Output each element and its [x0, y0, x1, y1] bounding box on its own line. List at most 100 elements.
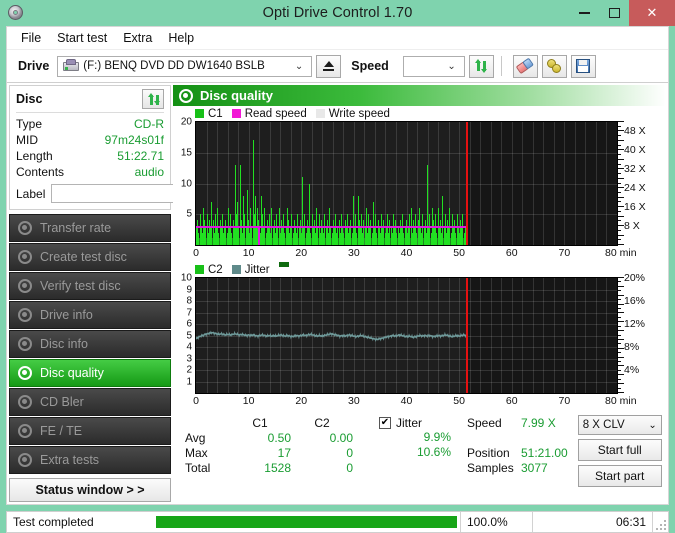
column-header-c2: C2 [314, 415, 330, 430]
sidebar-item-label: Create test disc [40, 250, 127, 264]
sidebar-item-fe-te[interactable]: FE / TE [9, 417, 171, 445]
progress-percent: 100.0% [460, 512, 532, 532]
x-tick-label: 70 [558, 395, 571, 407]
legend-marker-extra [278, 262, 289, 267]
menu-item-file[interactable]: File [13, 29, 49, 47]
legend-swatch-write-speed [315, 109, 325, 118]
read-speed-notch [258, 226, 261, 245]
jitter-line [196, 330, 467, 342]
disc-icon [17, 423, 33, 439]
sidebar-item-label: Extra tests [40, 453, 100, 467]
resize-grip[interactable] [652, 512, 668, 532]
disc-refresh-button[interactable] [142, 89, 164, 109]
sidebar-item-extra-tests[interactable]: Extra tests [9, 446, 171, 474]
jitter-checkbox[interactable]: ✔ [379, 416, 391, 429]
start-part-button[interactable]: Start part [577, 465, 662, 487]
speed-row: Speed 7.99 X [467, 415, 568, 430]
right-tick-label: 32 X [624, 163, 646, 176]
sidebar-item-transfer-rate[interactable]: Transfer rate [9, 214, 171, 242]
menu-bar: File Start test Extra Help [7, 27, 668, 50]
disc-contents-label: Contents [16, 165, 65, 179]
table-row: Max 17 0 [185, 445, 353, 460]
sidebar-item-disc-quality[interactable]: Disc quality [9, 359, 171, 387]
speed-value: 7.99 X [521, 415, 556, 430]
c1-plot[interactable] [195, 121, 618, 246]
x-tick-label: 40 [400, 395, 413, 407]
legend-swatch-c1 [195, 109, 204, 118]
drive-label: Drive [18, 59, 50, 73]
disc-icon [17, 365, 33, 381]
disc-info-panel: Disc Type CD-R MID 97m24s01f Length 51:2… [9, 85, 255, 210]
c2-jitter-chart: 1 2 3 4 5 6 7 8 9 10 4% 8% 12% 16% 20% 0 10 20 30 40 50 60 7… [173, 272, 666, 410]
c2-x-axis: 0 10 20 30 40 50 60 70 80 min [193, 394, 636, 410]
tools-button[interactable] [541, 54, 567, 78]
disc-length-label: Length [16, 149, 53, 163]
eject-button[interactable] [316, 54, 342, 78]
right-tick-label: 16% [624, 295, 646, 307]
disc-label-label: Label [16, 186, 46, 201]
row-label-avg: Avg [185, 430, 206, 445]
disc-type-label: Type [16, 117, 43, 131]
y-tick-label: 8 [186, 295, 192, 307]
x-tick-label: 50 [453, 247, 465, 259]
x-tick-label: 0 [193, 395, 199, 407]
y-tick-label: 5 [186, 208, 192, 220]
sidebar-item-label: Disc quality [40, 366, 104, 380]
sidebar-item-create-test-disc[interactable]: Create test disc [9, 243, 171, 271]
speed-select[interactable]: ⌄ [402, 55, 465, 77]
drive-select[interactable]: (F:) BENQ DVD DD DW1640 BSLB ⌄ [57, 55, 313, 77]
y-tick-label: 2 [186, 364, 192, 376]
disc-icon [17, 452, 33, 468]
tools-icon [546, 59, 562, 73]
x-tick-label: 80 min [605, 395, 637, 407]
legend-swatch-read-speed [231, 109, 241, 118]
sidebar-item-cd-bler[interactable]: CD Bler [9, 388, 171, 416]
test-speed-select[interactable]: 8 X CLV ⌄ [577, 415, 662, 435]
legend-swatch-c2 [195, 265, 204, 274]
body: Disc Type CD-R MID 97m24s01f Length 51:2… [7, 83, 668, 504]
sidebar-item-disc-info[interactable]: Disc info [9, 330, 171, 358]
x-tick-label: 60 [505, 247, 518, 259]
c2-y-axis: 1 2 3 4 5 6 7 8 9 10 [173, 273, 195, 394]
start-full-button[interactable]: Start full [577, 439, 662, 461]
erase-disc-button[interactable] [512, 54, 538, 78]
c2-plot[interactable] [195, 277, 618, 394]
status-text: Test completed [13, 515, 94, 529]
legend-label-c1: C1 [208, 107, 223, 120]
refresh-drive-button[interactable] [468, 54, 494, 78]
toolbar: Drive (F:) BENQ DVD DD DW1640 BSLB ⌄ Spe… [7, 50, 668, 83]
sidebar-item-verify-test-disc[interactable]: Verify test disc [9, 272, 171, 300]
y-tick-label: 9 [186, 284, 192, 295]
y-tick-label: 3 [186, 353, 192, 364]
disc-mid-label: MID [16, 133, 38, 147]
chevron-down-icon: ⌄ [447, 60, 456, 72]
main-panel: Disc quality C1 Read speed Write speed 5… [173, 83, 668, 504]
menu-item-start-test[interactable]: Start test [49, 29, 115, 47]
disc-icon [17, 249, 33, 265]
sidebar-item-label: Transfer rate [40, 221, 112, 235]
total-c2-value: 0 [346, 460, 353, 475]
sidebar-item-drive-info[interactable]: Drive info [9, 301, 171, 329]
menu-item-help[interactable]: Help [160, 29, 202, 47]
samples-value: 3077 [521, 460, 548, 475]
menu-item-extra[interactable]: Extra [115, 29, 160, 47]
disc-icon [179, 88, 193, 103]
x-tick-label: 30 [348, 395, 360, 407]
sidebar-item-label: Verify test disc [40, 279, 121, 293]
jitter-avg-value: 9.9% [423, 430, 451, 444]
x-tick-label: 40 [400, 247, 413, 259]
save-button[interactable] [570, 54, 596, 78]
title-bar: Opti Drive Control 1.70 ✕ [0, 0, 675, 26]
legend-label-write-speed: Write speed [328, 107, 390, 120]
max-c2-value: 0 [346, 445, 353, 460]
x-tick-label: 20 [295, 247, 308, 259]
disc-row-length: Length 51:22.71 [16, 148, 164, 164]
right-tick-label: 20% [624, 272, 646, 284]
avg-c2-value: 0.00 [329, 430, 353, 445]
eraser-icon [514, 55, 536, 76]
x-tick-label: 20 [295, 395, 308, 407]
y-tick-label: 6 [186, 318, 192, 330]
status-window-button[interactable]: Status window > > [9, 478, 171, 502]
y-tick-label: 15 [180, 147, 192, 159]
row-label-total: Total [185, 460, 211, 475]
